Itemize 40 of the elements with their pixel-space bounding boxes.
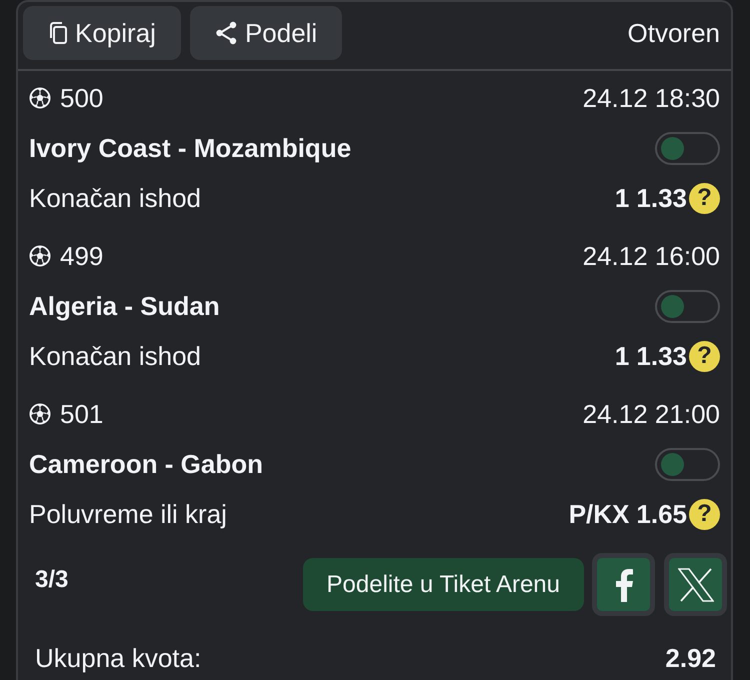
event-code: 501 <box>60 398 104 430</box>
share-icon <box>214 21 237 45</box>
odds-value: 1.65 <box>636 498 687 530</box>
total-odds-value: 2.92 <box>665 642 716 674</box>
help-icon[interactable]: ? <box>689 498 720 530</box>
event-datetime: 24.12 21:00 <box>582 398 720 430</box>
total-odds-label: Ukupna kvota: <box>35 642 202 674</box>
soccer-ball-icon <box>29 403 51 425</box>
facebook-button[interactable] <box>592 553 655 616</box>
x-button[interactable] <box>664 553 727 616</box>
match-name: Cameroon - Gabon <box>29 448 264 480</box>
market-name: Konačan ishod <box>29 182 202 214</box>
copy-button[interactable]: Kopiraj <box>23 6 181 60</box>
toggle-switch[interactable] <box>655 448 720 480</box>
pick-label: P/KX <box>568 498 630 530</box>
match-name: Algeria - Sudan <box>29 290 220 322</box>
facebook-icon <box>614 568 632 602</box>
status-label: Otvoren <box>628 16 721 50</box>
pick-label: 1 <box>614 340 630 372</box>
toggle-switch[interactable] <box>655 132 720 164</box>
share-button[interactable]: Podeli <box>190 6 342 60</box>
market-name: Konačan ishod <box>29 340 202 372</box>
share-arena-button[interactable]: Podelite u Tiket Arenu <box>302 558 584 611</box>
toggle-switch[interactable] <box>655 290 720 322</box>
odds-value: 1.33 <box>636 182 687 214</box>
ticket-count: 3/3 <box>35 564 68 594</box>
pick-label: 1 <box>614 182 630 214</box>
help-icon[interactable]: ? <box>689 340 720 372</box>
match-name: Ivory Coast - Mozambique <box>29 132 352 164</box>
event-code: 500 <box>60 82 104 114</box>
market-name: Poluvreme ili kraj <box>29 498 227 530</box>
copy-icon <box>48 22 67 44</box>
event-code: 499 <box>60 240 104 272</box>
odds-value: 1.33 <box>636 340 687 372</box>
help-icon[interactable]: ? <box>689 182 720 214</box>
event-datetime: 24.12 18:30 <box>582 82 720 114</box>
soccer-ball-icon <box>29 245 51 267</box>
soccer-ball-icon <box>29 87 51 109</box>
event-datetime: 24.12 16:00 <box>582 240 720 272</box>
x-logo-icon <box>678 568 714 602</box>
